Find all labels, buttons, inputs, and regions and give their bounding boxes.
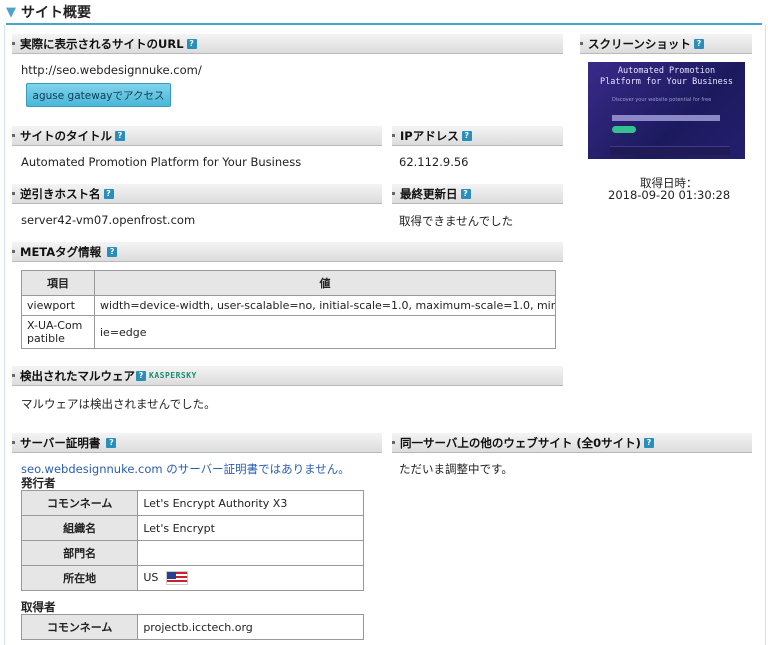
page-title: サイト概要 xyxy=(21,5,91,21)
help-icon[interactable]: ? xyxy=(461,130,472,141)
site-screenshot-thumbnail[interactable]: Automated Promotion Platform for Your Bu… xyxy=(588,62,745,159)
triangle-down-icon: ▼ xyxy=(6,4,16,20)
us-flag-icon xyxy=(165,571,188,585)
site-title-header: サイトのタイトル ? xyxy=(12,126,382,146)
issuer-location: US xyxy=(137,565,364,591)
issuer-key: 所在地 xyxy=(20,565,139,591)
capture-date-value: 2018-09-20 01:30:28 xyxy=(608,188,731,202)
malware-header: 検出されたマルウェア ? KASPERSKY xyxy=(12,366,563,386)
aguse-gateway-button[interactable]: aguse gatewayでアクセス xyxy=(26,83,171,107)
site-title-label: サイトのタイトル xyxy=(20,128,112,143)
table-row: 組織名 Let's Encrypt xyxy=(20,515,364,541)
issuer-value: Let's Encrypt Authority X3 xyxy=(137,490,364,516)
last-updated-label: 最終更新日 xyxy=(400,186,458,201)
help-icon[interactable]: ? xyxy=(106,437,117,448)
subject-table: コモンネーム projectb.icctech.org xyxy=(20,614,364,640)
issuer-key: コモンネーム xyxy=(20,490,139,516)
reverse-host-label: 逆引きホスト名 xyxy=(20,186,101,201)
meta-label: METAタグ情報 xyxy=(20,244,102,259)
last-updated-value: 取得できませんでした xyxy=(399,214,514,228)
cert-label: サーバー証明書 xyxy=(20,435,101,450)
meta-header: METAタグ情報 ? xyxy=(12,242,563,262)
thumb-button xyxy=(612,126,636,133)
section-title-bar: ▼ サイト概要 xyxy=(6,2,91,22)
reverse-host-value: server42-vm07.openfrost.com xyxy=(21,213,196,227)
screenshot-label: スクリーンショット xyxy=(588,36,691,51)
table-row: X-UA-Compatible ie=edge xyxy=(21,315,556,349)
issuer-table: コモンネーム Let's Encrypt Authority X3 組織名 Le… xyxy=(20,490,364,591)
meta-value: ie=edge xyxy=(94,315,556,349)
table-row: viewport width=device-width, user-scalab… xyxy=(21,295,556,316)
table-row: コモンネーム Let's Encrypt Authority X3 xyxy=(20,490,364,516)
table-row: 部門名 xyxy=(20,540,364,566)
help-icon[interactable]: ? xyxy=(103,188,114,199)
help-icon[interactable]: ? xyxy=(186,38,197,49)
thumb-input-bar xyxy=(612,115,720,121)
meta-key: viewport xyxy=(21,295,95,316)
issuer-key: 部門名 xyxy=(20,540,139,566)
help-icon[interactable]: ? xyxy=(693,38,704,49)
help-icon[interactable]: ? xyxy=(460,188,471,199)
meta-table: 項目 値 viewport width=device-width, user-s… xyxy=(21,270,556,349)
malware-label: 検出されたマルウェア xyxy=(20,368,135,383)
table-row: 所在地 US xyxy=(20,565,364,591)
issuer-key: 組織名 xyxy=(20,515,139,541)
subject-key: コモンネーム xyxy=(20,614,139,640)
cert-notice: seo.webdesignnuke.com のサーバー証明書ではありません。 xyxy=(21,462,350,476)
kaspersky-logo: KASPERSKY xyxy=(149,371,197,380)
issuer-label: 発行者 xyxy=(21,476,56,490)
help-icon[interactable]: ? xyxy=(107,246,118,257)
issuer-value: Let's Encrypt xyxy=(137,515,364,541)
thumb-heading-line2: Platform for Your Business xyxy=(599,77,734,87)
help-icon[interactable]: ? xyxy=(115,130,125,141)
ip-value: 62.112.9.56 xyxy=(399,155,469,169)
meta-value: width=device-width, user-scalable=no, in… xyxy=(94,295,556,316)
reverse-host-header: 逆引きホスト名 ? xyxy=(12,184,382,204)
help-icon[interactable]: ? xyxy=(136,370,146,381)
subject-label: 取得者 xyxy=(21,600,56,614)
issuer-country: US xyxy=(143,571,159,584)
thumb-subtext: Discover your website potential for free xyxy=(612,97,712,103)
same-server-label: 同一サーバ上の他のウェブサイト (全0サイト) xyxy=(400,435,641,450)
malware-result: マルウェアは検出されませんでした。 xyxy=(21,397,216,411)
help-icon[interactable]: ? xyxy=(643,437,654,448)
table-row: コモンネーム projectb.icctech.org xyxy=(20,614,364,640)
last-updated-header: 最終更新日 ? xyxy=(392,184,563,204)
meta-col-value: 値 xyxy=(94,270,556,296)
site-url: http://seo.webdesignnuke.com/ xyxy=(21,63,202,77)
cert-header: サーバー証明書 ? xyxy=(12,433,382,453)
meta-key: X-UA-Compatible xyxy=(21,315,95,349)
url-section-label: 実際に表示されるサイトのURL xyxy=(20,36,184,51)
ip-header: IPアドレス ? xyxy=(392,126,563,146)
screenshot-header: スクリーンショット ? xyxy=(580,34,752,54)
meta-col-key: 項目 xyxy=(21,270,95,296)
issuer-value xyxy=(137,540,364,566)
thumb-heading-line1: Automated Promotion xyxy=(617,66,716,76)
site-title-value: Automated Promotion Platform for Your Bu… xyxy=(21,155,302,169)
thumb-footer-strip xyxy=(610,146,730,155)
ip-label: IPアドレス xyxy=(400,128,459,143)
same-server-value: ただいま調整中です。 xyxy=(399,462,513,476)
url-section-header: 実際に表示されるサイトのURL ? xyxy=(12,34,563,54)
subject-value: projectb.icctech.org xyxy=(137,614,364,640)
same-server-header: 同一サーバ上の他のウェブサイト (全0サイト) ? xyxy=(392,433,752,453)
